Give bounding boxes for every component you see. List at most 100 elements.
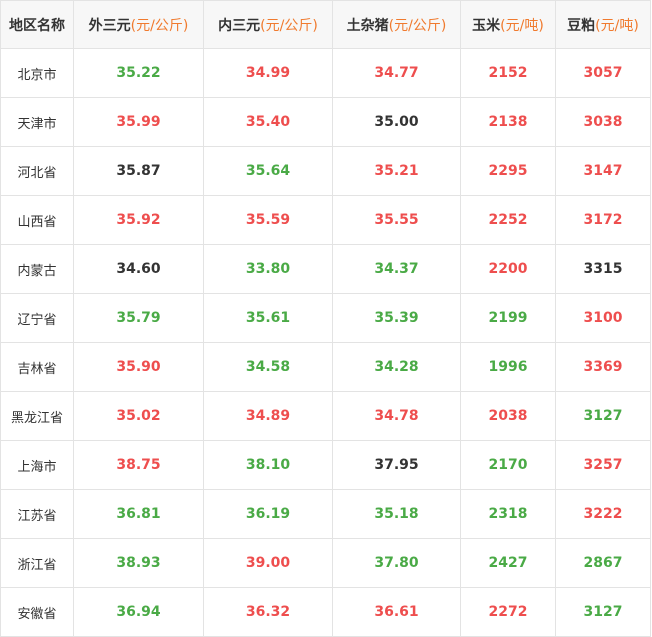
table-row: 山西省 35.92 35.59 35.55 2252 3172	[0, 195, 651, 245]
price-cell: 39.00	[203, 538, 333, 588]
price-cell: 34.77	[332, 48, 461, 98]
price-cell: 35.64	[203, 146, 333, 196]
region-cell: 内蒙古	[0, 244, 74, 294]
price-cell: 33.80	[203, 244, 333, 294]
price-cell: 2152	[460, 48, 556, 98]
table-row: 内蒙古 34.60 33.80 34.37 2200 3315	[0, 244, 651, 294]
price-cell: 36.94	[73, 587, 204, 637]
header-name: 豆粕	[567, 17, 596, 34]
header-col-corn: 玉米(元/吨)	[460, 0, 556, 49]
header-col-wai-san-yuan: 外三元(元/公斤)	[73, 0, 204, 49]
header-col-tu-za-zhu: 土杂猪(元/公斤)	[332, 0, 461, 49]
header-region: 地区名称	[0, 0, 74, 49]
region-cell: 山西省	[0, 195, 74, 245]
price-cell: 3127	[555, 587, 651, 637]
table-row: 江苏省 36.81 36.19 35.18 2318 3222	[0, 489, 651, 539]
price-cell: 38.75	[73, 440, 204, 490]
price-cell: 35.87	[73, 146, 204, 196]
price-cell: 35.40	[203, 97, 333, 147]
price-cell: 3147	[555, 146, 651, 196]
header-row: 地区名称 外三元(元/公斤) 内三元(元/公斤) 土杂猪(元/公斤) 玉米(元/…	[0, 0, 651, 49]
region-cell: 北京市	[0, 48, 74, 98]
price-cell: 2170	[460, 440, 556, 490]
price-cell: 3057	[555, 48, 651, 98]
price-cell: 3222	[555, 489, 651, 539]
table-row: 安徽省 36.94 36.32 36.61 2272 3127	[0, 587, 651, 637]
price-cell: 3369	[555, 342, 651, 392]
price-cell: 3127	[555, 391, 651, 441]
price-cell: 35.59	[203, 195, 333, 245]
header-name: 内三元	[218, 17, 261, 34]
price-cell: 2295	[460, 146, 556, 196]
region-cell: 浙江省	[0, 538, 74, 588]
price-cell: 34.78	[332, 391, 461, 441]
price-cell: 35.90	[73, 342, 204, 392]
table-header: 地区名称 外三元(元/公斤) 内三元(元/公斤) 土杂猪(元/公斤) 玉米(元/…	[0, 0, 651, 49]
price-cell: 3315	[555, 244, 651, 294]
region-cell: 吉林省	[0, 342, 74, 392]
header-col-soymeal: 豆粕(元/吨)	[555, 0, 651, 49]
price-table: 地区名称 外三元(元/公斤) 内三元(元/公斤) 土杂猪(元/公斤) 玉米(元/…	[0, 0, 651, 637]
header-unit: (元/公斤)	[388, 17, 447, 34]
price-cell: 35.79	[73, 293, 204, 343]
price-cell: 36.81	[73, 489, 204, 539]
header-name: 玉米	[472, 17, 501, 34]
region-cell: 天津市	[0, 97, 74, 147]
price-cell: 37.95	[332, 440, 461, 490]
header-unit: (元/吨)	[500, 17, 544, 34]
price-cell: 2272	[460, 587, 556, 637]
price-cell: 35.02	[73, 391, 204, 441]
price-cell: 2867	[555, 538, 651, 588]
price-cell: 37.80	[332, 538, 461, 588]
price-cell: 36.32	[203, 587, 333, 637]
table-row: 天津市 35.99 35.40 35.00 2138 3038	[0, 97, 651, 147]
header-col-nei-san-yuan: 内三元(元/公斤)	[203, 0, 333, 49]
price-cell: 35.92	[73, 195, 204, 245]
price-cell: 3038	[555, 97, 651, 147]
price-cell: 34.37	[332, 244, 461, 294]
table-row: 北京市 35.22 34.99 34.77 2152 3057	[0, 48, 651, 98]
header-name: 土杂猪	[346, 17, 389, 34]
header-unit: (元/吨)	[595, 17, 639, 34]
table-row: 上海市 38.75 38.10 37.95 2170 3257	[0, 440, 651, 490]
price-cell: 2427	[460, 538, 556, 588]
price-cell: 35.99	[73, 97, 204, 147]
price-cell: 36.19	[203, 489, 333, 539]
price-cell: 2199	[460, 293, 556, 343]
price-cell: 3100	[555, 293, 651, 343]
price-cell: 2138	[460, 97, 556, 147]
price-cell: 3172	[555, 195, 651, 245]
price-cell: 35.18	[332, 489, 461, 539]
price-cell: 3257	[555, 440, 651, 490]
price-cell: 38.93	[73, 538, 204, 588]
price-cell: 2318	[460, 489, 556, 539]
price-cell: 1996	[460, 342, 556, 392]
table-row: 河北省 35.87 35.64 35.21 2295 3147	[0, 146, 651, 196]
price-cell: 35.55	[332, 195, 461, 245]
price-cell: 34.89	[203, 391, 333, 441]
price-cell: 35.00	[332, 97, 461, 147]
table-row: 黑龙江省 35.02 34.89 34.78 2038 3127	[0, 391, 651, 441]
region-cell: 上海市	[0, 440, 74, 490]
price-cell: 35.21	[332, 146, 461, 196]
table-row: 吉林省 35.90 34.58 34.28 1996 3369	[0, 342, 651, 392]
price-cell: 34.99	[203, 48, 333, 98]
price-cell: 2038	[460, 391, 556, 441]
price-cell: 35.22	[73, 48, 204, 98]
price-cell: 38.10	[203, 440, 333, 490]
table-body: 北京市 35.22 34.99 34.77 2152 3057 天津市 35.99 35.40…	[0, 48, 651, 637]
price-cell: 35.39	[332, 293, 461, 343]
table-row: 辽宁省 35.79 35.61 35.39 2199 3100	[0, 293, 651, 343]
price-cell: 35.61	[203, 293, 333, 343]
price-cell: 34.28	[332, 342, 461, 392]
region-cell: 安徽省	[0, 587, 74, 637]
header-name: 外三元	[88, 17, 131, 34]
price-cell: 2252	[460, 195, 556, 245]
region-cell: 河北省	[0, 146, 74, 196]
price-cell: 36.61	[332, 587, 461, 637]
region-cell: 黑龙江省	[0, 391, 74, 441]
region-cell: 江苏省	[0, 489, 74, 539]
header-unit: (元/公斤)	[130, 17, 189, 34]
price-cell: 34.58	[203, 342, 333, 392]
region-cell: 辽宁省	[0, 293, 74, 343]
